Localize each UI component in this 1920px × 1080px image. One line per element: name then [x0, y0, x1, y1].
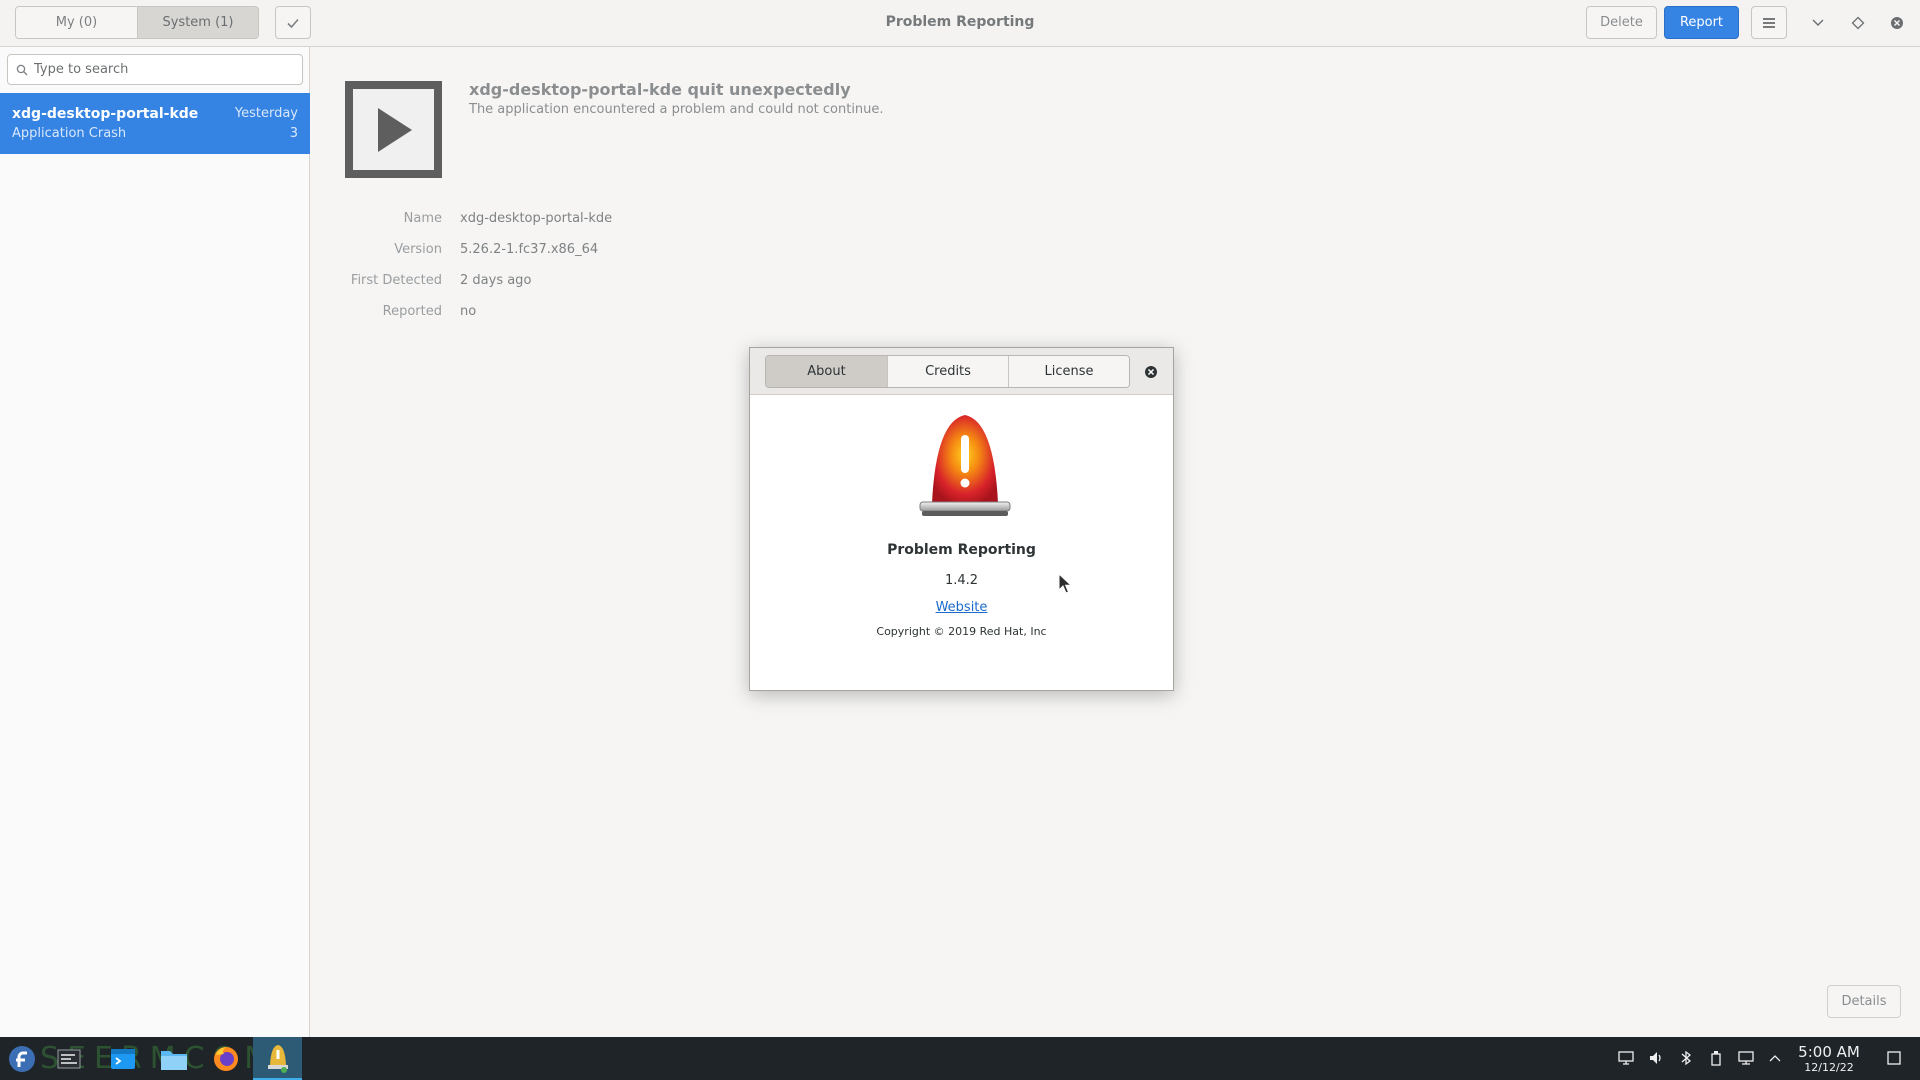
alarm-siren-icon	[919, 415, 1011, 516]
search-field[interactable]	[7, 54, 303, 85]
about-dialog: About Credits License Problem Reporting …	[749, 347, 1174, 691]
firefox-button[interactable]	[206, 1037, 246, 1080]
show-desktop-button[interactable]	[1884, 1048, 1904, 1068]
menu-button[interactable]	[1751, 6, 1787, 39]
mouse-cursor-icon	[1058, 573, 1072, 594]
bluetooth-tray-button[interactable]	[1676, 1048, 1696, 1068]
checkmark-icon	[287, 18, 299, 28]
fedora-launcher-button[interactable]	[2, 1037, 42, 1080]
clock-time[interactable]: 5:00 AM	[1797, 1043, 1861, 1061]
tab-license[interactable]: License	[1008, 356, 1129, 387]
problem-list-sidebar: xdg-desktop-portal-kde Yesterday Applica…	[0, 47, 310, 1037]
problem-count: 3	[289, 126, 298, 141]
property-row: Reported no	[311, 304, 911, 324]
close-icon	[1145, 366, 1157, 378]
problem-date: Yesterday	[234, 106, 298, 121]
taskbar: SEERMCOM 5:00 AM 12/12/22	[0, 1037, 1920, 1080]
problem-reporting-icon	[267, 1044, 288, 1073]
about-dialog-body: Problem Reporting 1.4.2 Website Copyrigh…	[750, 395, 1173, 690]
property-value: xdg-desktop-portal-kde	[460, 211, 613, 226]
display-icon	[1618, 1051, 1634, 1065]
task-manager-button[interactable]	[50, 1037, 88, 1080]
property-key: Version	[394, 242, 442, 257]
search-icon	[16, 64, 28, 75]
tab-about[interactable]: About	[766, 356, 887, 387]
report-button[interactable]: Report	[1664, 6, 1739, 39]
property-value: no	[460, 304, 477, 319]
problem-type: Application Crash	[12, 126, 127, 141]
display-tray-button[interactable]	[1616, 1048, 1636, 1068]
bluetooth-icon	[1681, 1050, 1692, 1066]
problem-subtitle: The application encountered a problem an…	[469, 102, 884, 117]
about-app-name: Problem Reporting	[887, 542, 1036, 558]
problem-name: xdg-desktop-portal-kde	[12, 106, 199, 122]
chevron-up-icon	[1769, 1055, 1781, 1062]
view-switcher: My (0) System (1)	[15, 6, 259, 39]
konsole-icon	[111, 1048, 135, 1069]
website-link[interactable]: Website	[936, 600, 988, 615]
about-copyright: Copyright © 2019 Red Hat, Inc	[876, 625, 1047, 638]
problem-title: xdg-desktop-portal-kde quit unexpectedly	[469, 80, 851, 99]
hamburger-menu-icon	[1763, 17, 1775, 28]
search-input[interactable]	[34, 62, 284, 77]
tab-system[interactable]: System (1)	[137, 7, 258, 38]
property-row: Version 5.26.2-1.fc37.x86_64	[311, 242, 911, 262]
show-hidden-tray-button[interactable]	[1765, 1048, 1785, 1068]
list-item[interactable]: xdg-desktop-portal-kde Yesterday Applica…	[0, 93, 310, 154]
volume-tray-button[interactable]	[1646, 1048, 1666, 1068]
volume-icon	[1650, 1052, 1661, 1064]
file-manager-icon	[161, 1050, 187, 1070]
network-icon	[1738, 1051, 1754, 1065]
property-row: First Detected 2 days ago	[311, 273, 911, 293]
network-tray-button[interactable]	[1736, 1048, 1756, 1068]
close-button[interactable]	[1887, 13, 1907, 33]
property-value: 5.26.2-1.fc37.x86_64	[460, 242, 599, 257]
about-website: Website	[750, 600, 1173, 615]
usb-drive-icon	[1711, 1051, 1721, 1066]
storage-tray-button[interactable]	[1706, 1048, 1726, 1068]
about-app-version: 1.4.2	[944, 573, 979, 588]
maximize-button[interactable]	[1848, 13, 1868, 33]
diamond-icon	[1851, 16, 1865, 30]
application-icon	[345, 81, 442, 178]
property-key: First Detected	[350, 273, 442, 288]
konsole-button[interactable]	[104, 1037, 142, 1080]
firefox-icon	[214, 1046, 238, 1071]
details-button[interactable]: Details	[1827, 985, 1901, 1018]
close-icon	[1891, 17, 1903, 29]
about-tabs: About Credits License	[765, 355, 1130, 388]
property-key: Name	[403, 211, 442, 226]
select-mode-button[interactable]	[275, 6, 311, 39]
file-manager-button[interactable]	[155, 1037, 193, 1080]
fedora-launcher-icon	[9, 1045, 35, 1072]
clock-date[interactable]: 12/12/22	[1797, 1061, 1861, 1074]
about-dialog-header: About Credits License	[750, 348, 1173, 395]
tab-credits[interactable]: Credits	[887, 356, 1008, 387]
problem-reporting-task-button[interactable]	[253, 1037, 302, 1080]
property-value: 2 days ago	[460, 273, 532, 288]
task-manager-icon	[57, 1049, 81, 1068]
show-desktop-icon	[1887, 1051, 1901, 1065]
play-icon	[377, 107, 412, 152]
property-key: Reported	[382, 304, 442, 319]
chevron-down-icon	[1812, 19, 1824, 26]
minimize-button[interactable]	[1808, 13, 1828, 33]
tab-my[interactable]: My (0)	[16, 7, 137, 38]
delete-button[interactable]: Delete	[1586, 6, 1657, 39]
property-row: Name xdg-desktop-portal-kde	[311, 211, 911, 231]
header-bar: My (0) System (1) Problem Reporting Dele…	[0, 0, 1920, 47]
dialog-close-button[interactable]	[1141, 362, 1161, 382]
